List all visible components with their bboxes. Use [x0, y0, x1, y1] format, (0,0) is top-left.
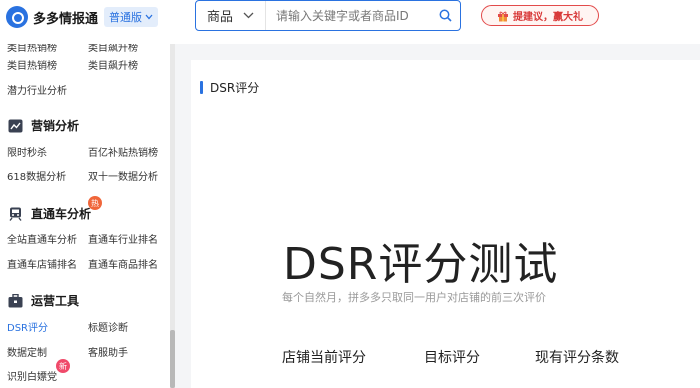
section-title: 直通车分析: [31, 207, 92, 221]
sidebar-scroll-thumb[interactable]: [170, 330, 175, 388]
sidebar-item-618[interactable]: 618数据分析: [7, 168, 66, 183]
search-input[interactable]: [266, 8, 430, 23]
logo[interactable]: 多多情报通 普通版: [6, 6, 159, 28]
search-icon: [439, 9, 452, 22]
sidebar-item-site-train[interactable]: 全站直通车分析: [7, 231, 77, 246]
gift-icon: [498, 11, 508, 21]
suggest-label: 提建议，赢大礼: [513, 12, 583, 23]
content-title-text: DSR评分: [210, 81, 260, 95]
edition-label: 普通版: [109, 11, 143, 24]
top-bar: 多多情报通 普通版 商品 提建议，赢大礼: [0, 0, 700, 44]
sidebar-item-dsr[interactable]: DSR评分: [7, 319, 48, 334]
sidebar-item-category-hot[interactable]: 类目热销榜: [7, 57, 57, 72]
edition-select[interactable]: 普通版: [104, 7, 159, 27]
toolbox-icon: [7, 293, 23, 308]
marketing-icon: [7, 119, 23, 133]
chevron-down-icon: [145, 14, 153, 20]
new-badge: 新: [56, 359, 70, 373]
sidebar-item-title-diagnosis[interactable]: 标题诊断: [88, 319, 128, 334]
sidebar-item-potential-industry[interactable]: 潜力行业分析: [7, 82, 67, 97]
sidebar-item-train-goods-rank[interactable]: 直通车商品排名: [88, 256, 158, 271]
logo-icon: [6, 6, 28, 28]
suggest-button[interactable]: 提建议，赢大礼: [481, 5, 599, 26]
main-content: DSR评分 DSR评分测试 每个自然月，拼多多只取同一用户对店铺的前三次评价 店…: [191, 60, 700, 388]
search-category-label: 商品: [206, 10, 233, 25]
search-button[interactable]: [430, 9, 460, 22]
train-icon: [7, 207, 23, 221]
metric-target-score: 目标评分: [424, 350, 480, 366]
metric-review-count: 现有评分条数: [535, 350, 619, 366]
sidebar-item-data-custom[interactable]: 数据定制: [7, 344, 47, 359]
hero-subtitle: 每个自然月，拼多多只取同一用户对店铺的前三次评价: [282, 291, 546, 304]
sidebar-item-cut[interactable]: 类目热销榜: [7, 44, 57, 54]
title-accent-bar: [200, 81, 203, 94]
search-category-select[interactable]: 商品: [196, 1, 266, 30]
content-title: DSR评分: [200, 79, 259, 96]
section-title: 营销分析: [31, 119, 80, 133]
sidebar: 类目热销榜 类目飙升榜 类目热销榜 类目飙升榜 潜力行业分析 营销分析 限时秒杀…: [0, 44, 172, 388]
section-train[interactable]: 直通车分析: [7, 205, 91, 222]
hot-badge: 热: [88, 196, 102, 210]
sidebar-item-double11[interactable]: 双十一数据分析: [88, 168, 158, 183]
sidebar-item-train-shop-rank[interactable]: 直通车店铺排名: [7, 256, 77, 271]
sidebar-item-freeloader[interactable]: 识别白嫖党: [7, 368, 57, 383]
section-title: 运营工具: [31, 294, 80, 308]
sidebar-item-cut[interactable]: 类目飙升榜: [88, 44, 138, 54]
sidebar-item-service-assistant[interactable]: 客服助手: [88, 344, 128, 359]
section-ops-tools[interactable]: 运营工具: [7, 292, 79, 309]
sidebar-item-flash-sale[interactable]: 限时秒杀: [7, 144, 47, 159]
search-box: 商品: [195, 0, 461, 31]
hero-title: DSR评分测试: [283, 239, 559, 290]
sidebar-item-train-industry-rank[interactable]: 直通车行业排名: [88, 231, 158, 246]
metric-current-score: 店铺当前评分: [282, 350, 366, 366]
sidebar-item-subsidy-hot[interactable]: 百亿补贴热销榜: [88, 144, 158, 159]
logo-text: 多多情报通: [33, 11, 99, 27]
section-marketing[interactable]: 营销分析: [7, 117, 79, 134]
chevron-down-icon: [243, 12, 254, 19]
sidebar-item-category-rising[interactable]: 类目飙升榜: [88, 57, 138, 72]
